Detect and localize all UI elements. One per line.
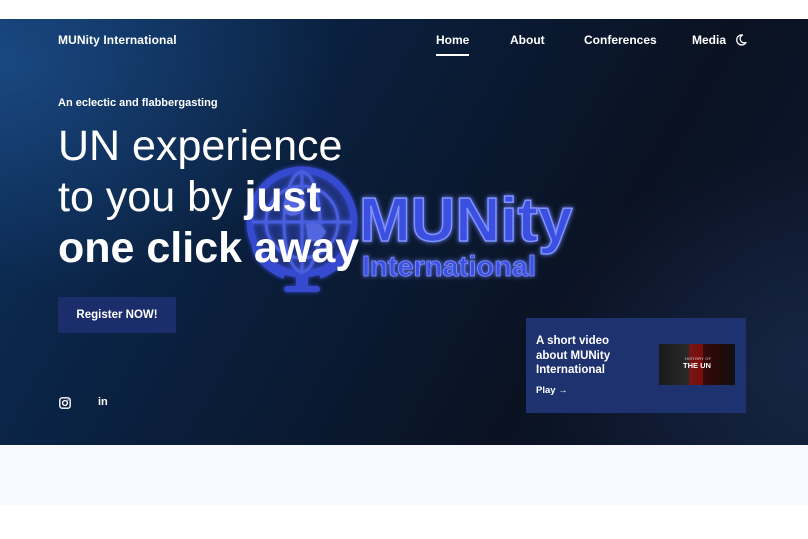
top-strip (0, 0, 808, 19)
video-thumbnail[interactable]: HISTORY OF THE UN (659, 344, 735, 385)
headline-line-2: to you by just (58, 172, 359, 223)
play-link[interactable]: Play → (536, 385, 568, 396)
main-nav: Home About Conferences Media (0, 33, 808, 56)
logo-word-munity: MUNity (359, 186, 573, 255)
hero-section: MUNity International Home About Conferen… (0, 19, 808, 445)
headline-line-1: UN experience (58, 122, 343, 170)
register-button[interactable]: Register NOW! (58, 297, 176, 333)
thumbnail-big-text: THE UN (683, 361, 711, 370)
hero-tagline: An eclectic and flabbergasting (58, 97, 218, 109)
moon-icon[interactable] (734, 33, 748, 47)
nav-media[interactable]: Media (692, 33, 726, 47)
arrow-right-icon: → (558, 385, 568, 396)
logo-word-international: International (362, 251, 536, 283)
nav-about[interactable]: About (510, 33, 545, 47)
headline-line-2-bold: just (244, 173, 321, 221)
play-label: Play (536, 385, 556, 396)
headline-line-3: one click away (58, 224, 360, 272)
nav-conferences[interactable]: Conferences (584, 33, 657, 47)
linkedin-icon[interactable]: in (98, 396, 110, 408)
video-title: A short video about MUNity International (536, 335, 611, 376)
instagram-icon[interactable] (59, 396, 71, 409)
next-section (0, 445, 808, 505)
headline-line-2-plain: to you by (58, 173, 245, 221)
video-card[interactable]: A short video about MUNity International… (526, 318, 746, 413)
hero-headline: UN experience to you by just one click a… (58, 121, 359, 274)
nav-home[interactable]: Home (436, 33, 470, 56)
